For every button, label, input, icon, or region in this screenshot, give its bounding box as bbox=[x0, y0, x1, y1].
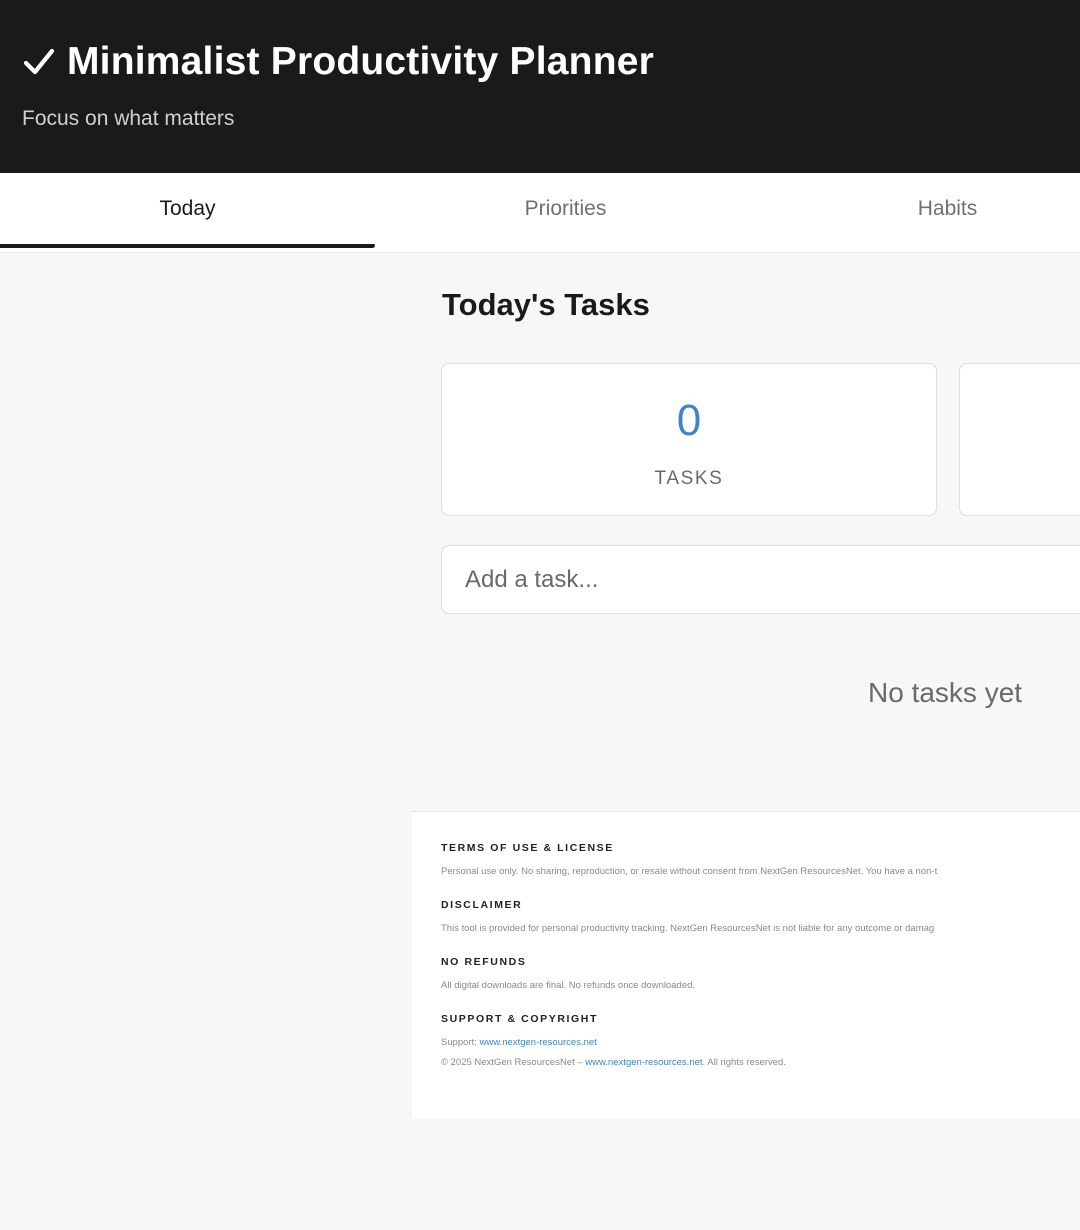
copyright-prefix: © 2025 NextGen ResourcesNet – bbox=[441, 1057, 586, 1068]
footer-heading: Terms of Use & License bbox=[441, 842, 614, 854]
check-icon bbox=[23, 48, 55, 75]
copyright-line: © 2025 NextGen ResourcesNet – www.nextge… bbox=[441, 1057, 786, 1068]
support-line: Support: www.nextgen-resources.net bbox=[441, 1037, 786, 1048]
app-title: Minimalist Productivity Planner bbox=[22, 40, 654, 84]
stat-card-secondary bbox=[959, 363, 1080, 516]
app-subtitle: Focus on what matters bbox=[22, 107, 235, 130]
copyright-suffix: . All rights reserved. bbox=[702, 1057, 786, 1068]
footer-heading: Support & Copyright bbox=[441, 1013, 598, 1025]
empty-state-message: No tasks yet bbox=[868, 677, 1023, 708]
footer-disclaimer: Disclaimer This tool is provided for per… bbox=[441, 899, 934, 934]
footer-terms: Terms of Use & License Personal use only… bbox=[441, 842, 937, 877]
support-prefix: Support: bbox=[441, 1037, 480, 1048]
footer-support: Support & Copyright Support: www.nextgen… bbox=[441, 1013, 786, 1068]
footer: Terms of Use & License Personal use only… bbox=[412, 811, 1080, 1119]
tab-priorities[interactable]: Priorities bbox=[378, 169, 753, 248]
tab-habits[interactable]: Habits bbox=[760, 169, 1080, 248]
support-link[interactable]: www.nextgen-resources.net bbox=[480, 1037, 597, 1048]
footer-text: Personal use only. No sharing, reproduct… bbox=[441, 866, 938, 877]
footer-text: All digital downloads are final. No refu… bbox=[441, 980, 696, 991]
add-task-input[interactable] bbox=[441, 545, 1080, 614]
footer-text: This tool is provided for personal produ… bbox=[441, 923, 935, 934]
footer-heading: No Refunds bbox=[441, 956, 527, 968]
copyright-link[interactable]: www.nextgen-resources.net bbox=[585, 1057, 702, 1068]
footer-refunds: No Refunds All digital downloads are fin… bbox=[441, 956, 695, 991]
section-title: Today's Tasks bbox=[442, 287, 650, 322]
tab-bar: Today Priorities Habits bbox=[0, 173, 1080, 253]
tab-today[interactable]: Today bbox=[0, 169, 375, 248]
footer-heading: Disclaimer bbox=[441, 899, 523, 911]
app-title-text: Minimalist Productivity Planner bbox=[67, 40, 654, 83]
tab-label: Habits bbox=[917, 196, 978, 220]
tab-label: Today bbox=[159, 196, 216, 220]
stat-label: TASKS bbox=[654, 468, 724, 489]
tab-label: Priorities bbox=[524, 196, 607, 220]
stat-value: 0 bbox=[676, 396, 702, 445]
stat-card-tasks: 0 TASKS bbox=[441, 363, 937, 516]
app-header: Minimalist Productivity Planner Focus on… bbox=[0, 0, 1080, 173]
